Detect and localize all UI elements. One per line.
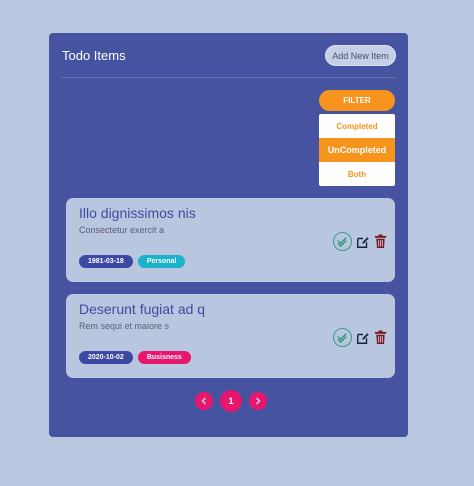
todo-card: Illo dignissimos nis Consectetur exercit… bbox=[66, 198, 395, 282]
todo-badges: 1981-03-18 Personal bbox=[79, 255, 186, 268]
todo-actions bbox=[333, 328, 387, 347]
filter-button[interactable]: FILTER bbox=[319, 90, 395, 111]
mark-complete-icon[interactable] bbox=[333, 328, 352, 347]
chevron-right-icon[interactable] bbox=[249, 392, 267, 410]
todo-actions bbox=[333, 232, 387, 251]
mark-complete-icon[interactable] bbox=[333, 232, 352, 251]
edit-icon[interactable] bbox=[356, 235, 370, 249]
filter-option-uncompleted[interactable]: UnCompleted bbox=[319, 138, 395, 162]
delete-icon[interactable] bbox=[374, 330, 387, 345]
todo-description: Consectetur exercit a bbox=[79, 225, 165, 235]
pagination: 1 bbox=[195, 390, 267, 412]
header-divider bbox=[61, 77, 396, 78]
delete-icon[interactable] bbox=[374, 234, 387, 249]
category-badge: Personal bbox=[137, 255, 186, 268]
category-badge: Busisness bbox=[137, 351, 191, 364]
filter-option-both[interactable]: Both bbox=[319, 162, 395, 186]
todo-panel: Todo Items Add New Item FILTER Completed… bbox=[49, 33, 408, 437]
todo-title: Illo dignissimos nis bbox=[79, 205, 196, 221]
filter-option-completed[interactable]: Completed bbox=[319, 114, 395, 138]
date-badge: 1981-03-18 bbox=[79, 255, 133, 268]
chevron-left-icon[interactable] bbox=[195, 392, 213, 410]
todo-description: Rem sequi et maiore s bbox=[79, 321, 170, 331]
edit-icon[interactable] bbox=[356, 331, 370, 345]
todo-badges: 2020-10-02 Busisness bbox=[79, 351, 191, 364]
date-badge: 2020-10-02 bbox=[79, 351, 133, 364]
filter-menu: Completed UnCompleted Both bbox=[319, 114, 395, 186]
todo-title: Deserunt fugiat ad q bbox=[79, 301, 206, 317]
page-number[interactable]: 1 bbox=[220, 390, 242, 412]
add-new-item-button[interactable]: Add New Item bbox=[325, 45, 396, 66]
page-title: Todo Items bbox=[62, 48, 126, 63]
todo-card: Deserunt fugiat ad q Rem sequi et maiore… bbox=[66, 294, 395, 378]
